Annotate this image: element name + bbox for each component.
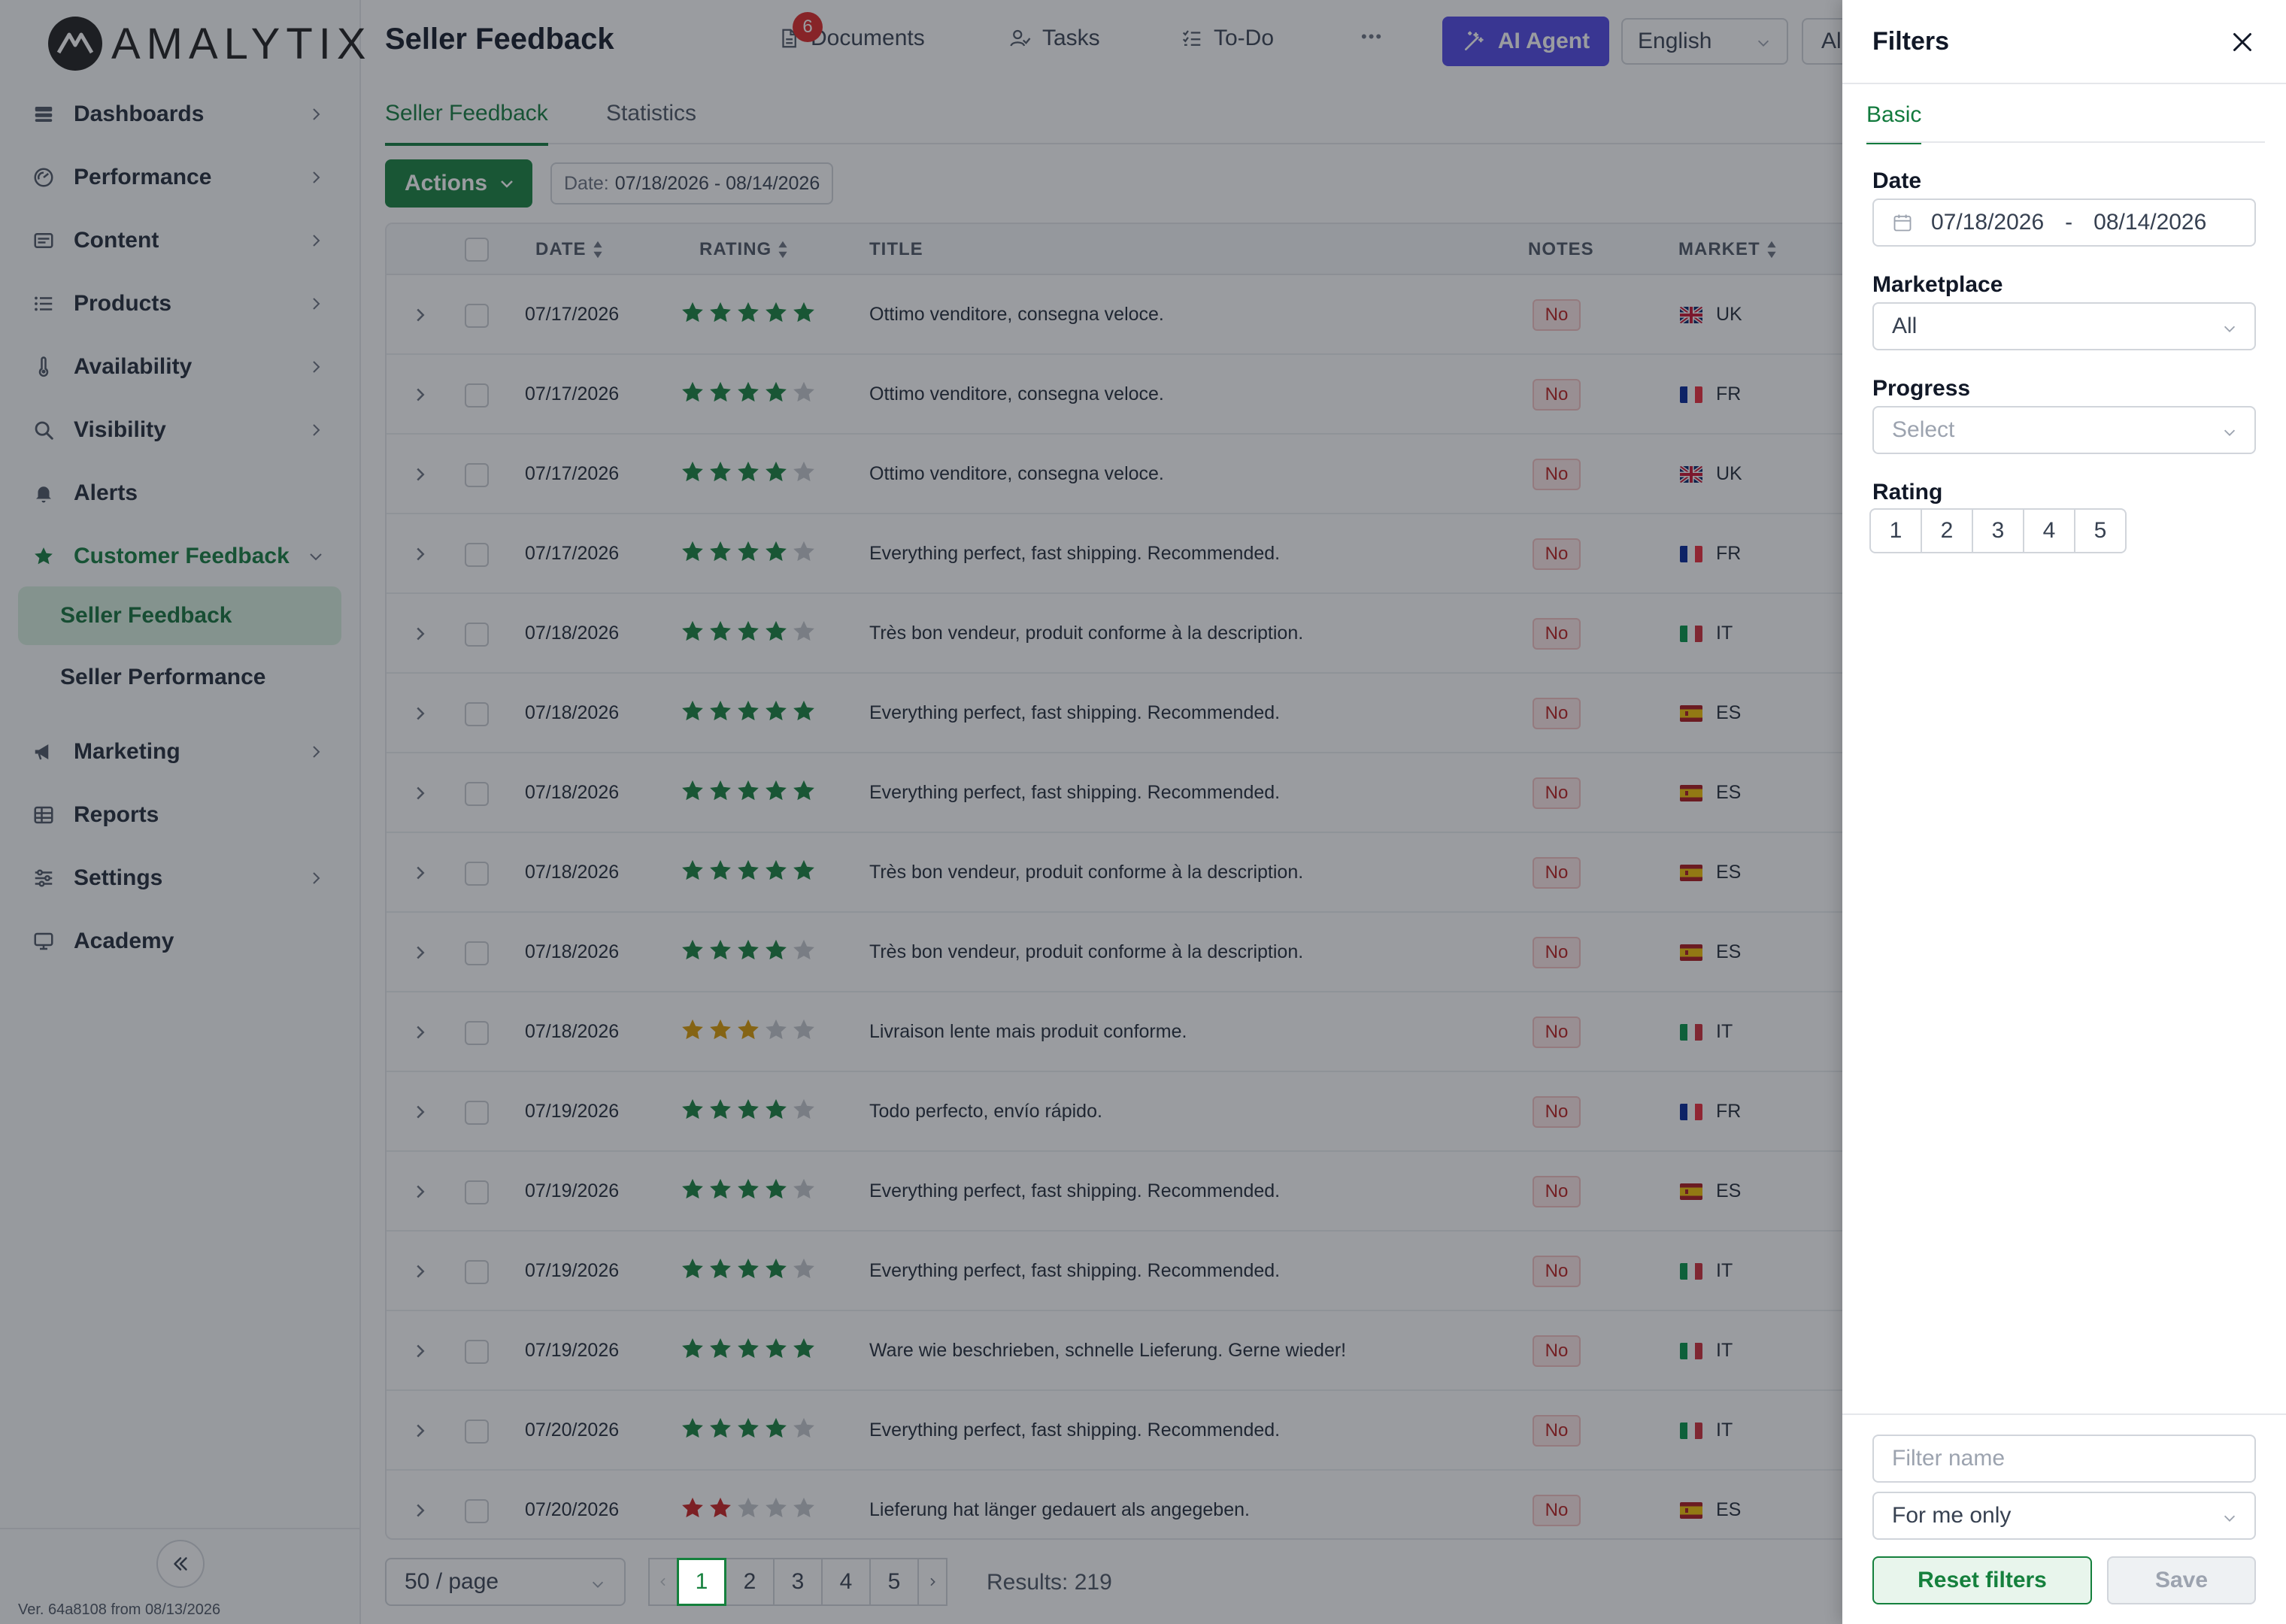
rating-option-5[interactable]: 5 xyxy=(2074,508,2127,553)
rating-option-3[interactable]: 3 xyxy=(1972,508,2024,553)
rating-option-1[interactable]: 1 xyxy=(1869,508,1922,553)
filter-visibility-value: For me only xyxy=(1892,1503,2012,1528)
calendar-icon xyxy=(1893,214,1912,232)
filters-drawer: Filters Basic Date 07/18/2026 - 08/14/20… xyxy=(1842,0,2286,1624)
rating-option-2[interactable]: 2 xyxy=(1921,508,1973,553)
tab-basic[interactable]: Basic xyxy=(1866,102,1922,144)
date-label: Date xyxy=(1872,168,1922,193)
date-separator: - xyxy=(2065,210,2073,235)
filters-footer-divider xyxy=(1842,1413,2286,1415)
rating-selector: 12345 xyxy=(1869,508,2127,553)
date-from-value: 07/18/2026 xyxy=(1931,210,2045,235)
marketplace-value: All xyxy=(1892,314,1918,338)
progress-select[interactable]: Select xyxy=(1872,406,2256,454)
marketplace-select[interactable]: All xyxy=(1872,302,2256,350)
filters-tab-divider xyxy=(1866,141,2265,143)
rating-option-4[interactable]: 4 xyxy=(2023,508,2075,553)
progress-label: Progress xyxy=(1872,376,1971,401)
filters-title: Filters xyxy=(1872,27,1950,56)
page-button-1[interactable]: 1 xyxy=(677,1558,726,1606)
filter-name-placeholder: Filter name xyxy=(1892,1446,2006,1471)
filter-visibility-select[interactable]: For me only xyxy=(1872,1492,2256,1540)
reset-filters-button[interactable]: Reset filters xyxy=(1872,1556,2092,1604)
modal-backdrop[interactable] xyxy=(0,0,1842,1624)
date-to-value: 08/14/2026 xyxy=(2093,210,2207,235)
rating-label: Rating xyxy=(1872,480,1943,504)
date-range-picker[interactable]: 07/18/2026 - 08/14/2026 xyxy=(1872,198,2256,247)
chevron-down-icon xyxy=(2224,326,2236,332)
filters-header-divider xyxy=(1842,83,2286,84)
filter-name-input[interactable]: Filter name xyxy=(1872,1435,2256,1483)
marketplace-label: Marketplace xyxy=(1872,272,2003,297)
save-filter-button[interactable]: Save xyxy=(2107,1556,2256,1604)
chevron-down-icon xyxy=(2224,1515,2236,1522)
close-icon[interactable] xyxy=(2229,29,2256,56)
chevron-down-icon xyxy=(2224,429,2236,436)
progress-placeholder: Select xyxy=(1892,417,1955,442)
